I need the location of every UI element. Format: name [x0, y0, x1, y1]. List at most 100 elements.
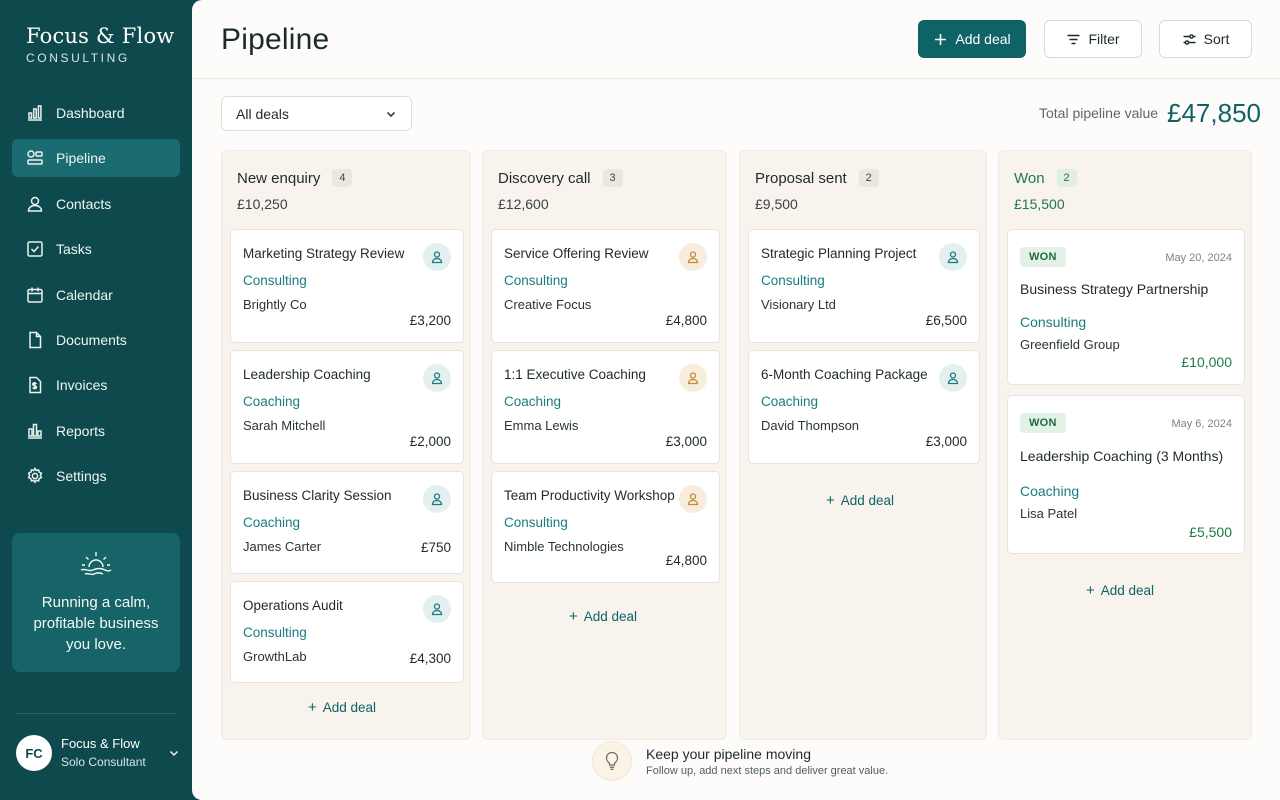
chevron-down-icon[interactable]: [168, 747, 180, 759]
deal-title: Strategic Planning Project: [761, 246, 917, 261]
sidebar-item-label: Calendar: [56, 286, 113, 303]
user-menu[interactable]: FC Focus & Flow Solo Consultant: [16, 733, 180, 773]
sidebar-item-invoices[interactable]: Invoices: [12, 366, 180, 404]
deal-title: Marketing Strategy Review: [243, 246, 405, 261]
won-badge: WON: [1020, 247, 1066, 267]
tip-subtitle: Follow up, add next steps and deliver gr…: [646, 764, 889, 777]
plus-icon: [935, 33, 947, 45]
sort-button[interactable]: Sort: [1159, 20, 1252, 58]
deal-category: Consulting: [1020, 314, 1087, 330]
user-role: Solo Consultant: [61, 755, 146, 769]
pipeline-tip: Keep your pipeline moving Follow up, add…: [592, 741, 888, 781]
column-total: £15,500: [1014, 196, 1065, 212]
documents-icon: [29, 331, 42, 349]
plus-icon: +: [569, 608, 578, 625]
deal-title: 6-Month Coaching Package: [761, 367, 928, 382]
sunrise-icon: [80, 552, 112, 576]
contact-icon: [423, 595, 451, 623]
tip-title: Keep your pipeline moving: [646, 745, 811, 762]
add-deal-label: Add deal: [840, 493, 895, 508]
reports-icon: [28, 423, 42, 439]
sidebar-item-calendar[interactable]: Calendar: [12, 276, 180, 314]
deal-amount: £10,000: [1181, 354, 1232, 370]
deal-card[interactable]: Marketing Strategy Review Consulting Bri…: [230, 229, 464, 343]
contact-icon: [679, 485, 707, 513]
brand-logo[interactable]: Focus & Flow CONSULTING: [26, 24, 174, 65]
deal-card[interactable]: Leadership Coaching Coaching Sarah Mitch…: [230, 350, 464, 464]
deal-card[interactable]: Service Offering Review Consulting Creat…: [491, 229, 720, 343]
plus-icon: +: [308, 699, 317, 716]
sidebar-item-dashboard[interactable]: Dashboard: [12, 94, 180, 132]
deal-category: Consulting: [243, 273, 307, 288]
filter-button[interactable]: Filter: [1044, 20, 1142, 58]
deal-title: Business Strategy Partnership: [1020, 281, 1209, 297]
deal-amount: £3,000: [925, 434, 967, 449]
won-badge: WON: [1020, 413, 1066, 433]
contact-icon: [939, 364, 967, 392]
deal-card[interactable]: 6-Month Coaching Package Coaching David …: [748, 350, 980, 464]
deal-card[interactable]: Business Clarity Session Coaching James …: [230, 471, 464, 574]
deal-category: Consulting: [504, 273, 568, 288]
deal-filter-value: All deals: [236, 105, 289, 122]
deal-title: 1:1 Executive Coaching: [504, 367, 646, 382]
column-count-badge: 2: [858, 169, 879, 187]
deal-category: Consulting: [761, 273, 825, 288]
lightbulb-icon: [592, 741, 632, 781]
sort-button-label: Sort: [1203, 31, 1230, 47]
tip-text: Keep your pipeline moving Follow up, add…: [646, 746, 888, 777]
sidebar-item-label: Documents: [56, 331, 127, 348]
won-deal-card[interactable]: WON May 20, 2024 Business Strategy Partn…: [1007, 229, 1245, 385]
deal-title: Service Offering Review: [504, 246, 649, 261]
deal-amount: £5,500: [1189, 524, 1232, 540]
deal-filter-select[interactable]: All deals: [221, 96, 412, 131]
deal-category: Coaching: [243, 515, 301, 530]
add-deal-link[interactable]: + Add deal: [308, 699, 376, 716]
deal-card[interactable]: Operations Audit Consulting GrowthLab £4…: [230, 581, 464, 683]
sidebar-item-label: Contacts: [56, 195, 112, 212]
deal-title: Team Productivity Workshop: [504, 488, 675, 503]
main-content: Pipeline Add deal Filter Sort All deals …: [192, 0, 1280, 800]
add-deal-link[interactable]: + Add deal: [569, 608, 637, 625]
column-new-enquiry: New enquiry 4 £10,250 Marketing Strategy…: [221, 150, 471, 740]
sidebar-nav: Dashboard Pipeline Contacts Tasks Calend…: [12, 94, 180, 503]
deal-client: Emma Lewis: [504, 418, 579, 433]
sidebar-item-documents[interactable]: Documents: [12, 321, 180, 359]
deal-amount: £4,800: [665, 553, 707, 568]
contact-icon: [423, 485, 451, 513]
sidebar-item-reports[interactable]: Reports: [12, 412, 180, 450]
add-deal-link[interactable]: + Add deal: [1086, 582, 1154, 599]
deal-card[interactable]: 1:1 Executive Coaching Coaching Emma Lew…: [491, 350, 720, 464]
settings-icon: [27, 467, 43, 484]
column-title: Won: [1014, 169, 1045, 187]
deal-client: Nimble Technologies: [504, 539, 624, 554]
sidebar-item-label: Pipeline: [56, 150, 106, 167]
add-deal-button[interactable]: Add deal: [918, 20, 1026, 58]
add-deal-link[interactable]: + Add deal: [826, 492, 894, 509]
deal-client: Brightly Co: [243, 297, 307, 312]
sidebar-item-label: Dashboard: [56, 105, 125, 121]
sidebar-item-settings[interactable]: Settings: [12, 457, 180, 495]
won-deal-card[interactable]: WON May 6, 2024 Leadership Coaching (3 M…: [1007, 395, 1245, 554]
page-header: Pipeline Add deal Filter Sort: [192, 0, 1280, 79]
add-deal-label: Add deal: [1100, 583, 1155, 598]
column-header: Discovery call 3: [498, 169, 623, 187]
won-date: May 6, 2024: [1171, 418, 1232, 430]
sidebar-item-contacts[interactable]: Contacts: [12, 185, 180, 223]
deal-title: Leadership Coaching (3 Months): [1020, 448, 1224, 464]
contact-icon: [939, 243, 967, 271]
sidebar-item-label: Tasks: [56, 241, 92, 258]
deal-card[interactable]: Strategic Planning Project Consulting Vi…: [748, 229, 980, 343]
sidebar-item-pipeline[interactable]: Pipeline: [12, 139, 180, 178]
invoices-icon: [29, 377, 42, 394]
deal-amount: £750: [420, 540, 451, 555]
deal-amount: £3,200: [409, 313, 451, 328]
column-count-badge: 2: [1056, 169, 1077, 187]
total-pipeline-value: £47,850: [1167, 98, 1261, 128]
deal-title: Operations Audit: [243, 598, 343, 613]
deal-client: Sarah Mitchell: [243, 418, 326, 433]
sidebar-item-tasks[interactable]: Tasks: [12, 230, 180, 268]
deal-card[interactable]: Team Productivity Workshop Consulting Ni…: [491, 471, 720, 583]
deal-amount: £2,000: [409, 434, 451, 449]
column-total: £12,600: [498, 196, 549, 212]
page-title: Pipeline: [221, 23, 330, 56]
